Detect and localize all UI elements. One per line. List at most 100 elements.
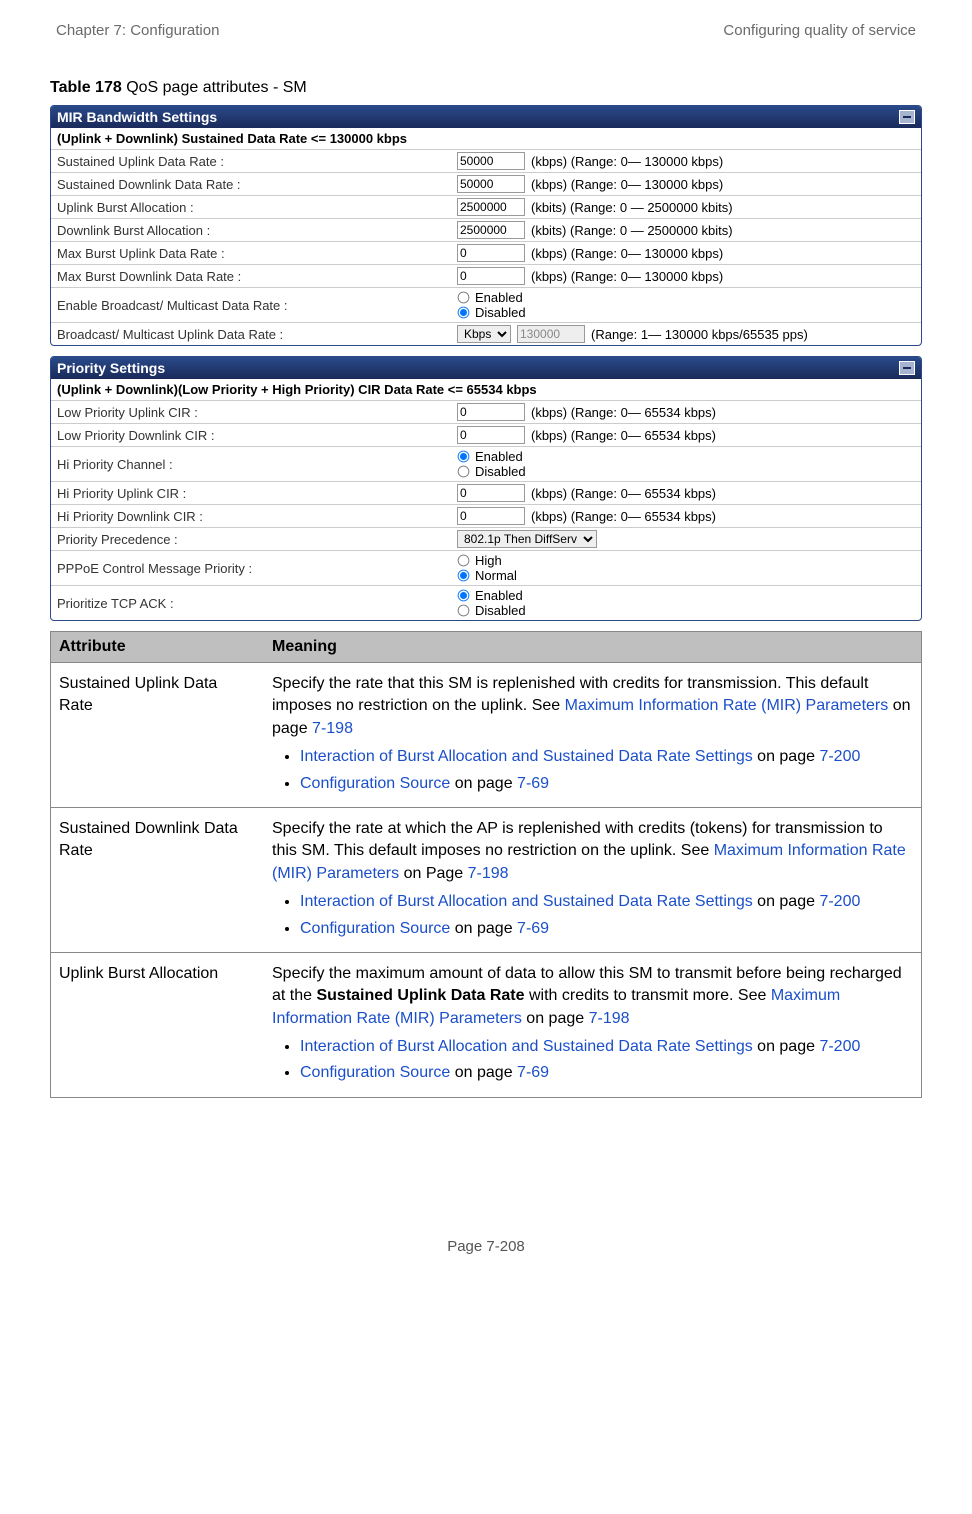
priority-precedence-select[interactable]: 802.1p Then DiffServ (457, 530, 597, 548)
page-ref-link[interactable]: 7-200 (819, 748, 860, 765)
section-label: Configuring quality of service (723, 22, 916, 39)
page-ref-link[interactable]: 7-69 (517, 775, 549, 792)
page-ref-link[interactable]: 7-200 (819, 1038, 860, 1055)
form-row: Low Priority Uplink CIR : (kbps) (Range:… (51, 400, 921, 423)
attr-meaning: Specify the rate at which the AP is repl… (264, 807, 922, 952)
collapse-icon[interactable] (899, 110, 915, 124)
attr-meaning: Specify the rate that this SM is repleni… (264, 663, 922, 808)
list-item: Interaction of Burst Allocation and Sust… (300, 746, 911, 768)
form-row: Hi Priority Channel : Enabled Disabled (51, 446, 921, 481)
downlink-burst-input[interactable] (457, 221, 525, 239)
page-ref-link[interactable]: 7-200 (819, 893, 860, 910)
sustained-uplink-input[interactable] (457, 152, 525, 170)
bold-term: Sustained Uplink Data Rate (316, 987, 524, 1004)
field-label: Priority Precedence : (51, 532, 457, 547)
field-label: Uplink Burst Allocation : (51, 200, 457, 215)
radio-label: Disabled (475, 464, 526, 479)
attr-meaning: Specify the maximum amount of data to al… (264, 952, 922, 1097)
table-header-row: Attribute Meaning (51, 632, 922, 663)
hi-channel-disabled-radio[interactable]: Disabled (457, 464, 526, 479)
attribute-table: Attribute Meaning Sustained Uplink Data … (50, 631, 922, 1098)
chapter-label: Chapter 7: Configuration (56, 22, 219, 39)
field-label: Sustained Uplink Data Rate : (51, 154, 457, 169)
table-title: QoS page attributes - SM (122, 79, 307, 96)
broadcast-enabled-radio[interactable]: Enabled (457, 290, 526, 305)
low-pri-downlink-cir-input[interactable] (457, 426, 525, 444)
page-ref-link[interactable]: 7-198 (468, 865, 509, 882)
text: on Page (399, 865, 468, 882)
max-burst-downlink-input[interactable] (457, 267, 525, 285)
field-hint: (kbps) (Range: 0— 65534 kbps) (531, 405, 716, 420)
link-mir-parameters[interactable]: Maximum Information Rate (MIR) Parameter… (565, 697, 889, 714)
form-row: Low Priority Downlink CIR : (kbps) (Rang… (51, 423, 921, 446)
page-ref-link[interactable]: 7-198 (589, 1010, 630, 1027)
field-label: Max Burst Uplink Data Rate : (51, 246, 457, 261)
form-row: Hi Priority Downlink CIR : (kbps) (Range… (51, 504, 921, 527)
text: on page (753, 748, 820, 765)
form-row: Sustained Uplink Data Rate : (kbps) (Ran… (51, 149, 921, 172)
uplink-burst-input[interactable] (457, 198, 525, 216)
hi-channel-enabled-radio[interactable]: Enabled (457, 449, 526, 464)
panel-subheader: (Uplink + Downlink) Sustained Data Rate … (51, 128, 921, 149)
broadcast-rate-input[interactable] (517, 325, 585, 343)
field-hint: (kbps) (Range: 0— 130000 kbps) (531, 246, 723, 261)
form-row: Priority Precedence : 802.1p Then DiffSe… (51, 527, 921, 550)
field-label: Hi Priority Uplink CIR : (51, 486, 457, 501)
max-burst-uplink-input[interactable] (457, 244, 525, 262)
page-ref-link[interactable]: 7-69 (517, 920, 549, 937)
radio-label: Enabled (475, 449, 523, 464)
field-hint: (kbits) (Range: 0 — 2500000 kbits) (531, 200, 733, 215)
page-ref-link[interactable]: 7-198 (312, 720, 353, 737)
hi-pri-downlink-cir-input[interactable] (457, 507, 525, 525)
field-label: Hi Priority Channel : (51, 457, 457, 472)
field-hint: (kbps) (Range: 0— 65534 kbps) (531, 428, 716, 443)
broadcast-disabled-radio[interactable]: Disabled (457, 305, 526, 320)
page-number: Page 7-208 (50, 1098, 922, 1255)
link-burst-interaction[interactable]: Interaction of Burst Allocation and Sust… (300, 748, 753, 765)
radio-label: Disabled (475, 603, 526, 618)
text: on page (450, 1064, 517, 1081)
field-hint: (kbits) (Range: 0 — 2500000 kbits) (531, 223, 733, 238)
field-hint: (kbps) (Range: 0— 130000 kbps) (531, 177, 723, 192)
th-meaning: Meaning (264, 632, 922, 663)
form-row: Hi Priority Uplink CIR : (kbps) (Range: … (51, 481, 921, 504)
form-row: Max Burst Downlink Data Rate : (kbps) (R… (51, 264, 921, 287)
link-burst-interaction[interactable]: Interaction of Burst Allocation and Sust… (300, 1038, 753, 1055)
list-item: Configuration Source on page 7-69 (300, 1062, 911, 1084)
broadcast-unit-select[interactable]: Kbps (457, 325, 511, 343)
list-item: Configuration Source on page 7-69 (300, 773, 911, 795)
field-label: Sustained Downlink Data Rate : (51, 177, 457, 192)
form-row: Broadcast/ Multicast Uplink Data Rate : … (51, 322, 921, 345)
pppoe-high-radio[interactable]: High (457, 553, 517, 568)
text: on page (753, 1038, 820, 1055)
form-row: Enable Broadcast/ Multicast Data Rate : … (51, 287, 921, 322)
collapse-icon[interactable] (899, 361, 915, 375)
text: on page (753, 893, 820, 910)
page-header: Chapter 7: Configuration Configuring qua… (50, 18, 922, 79)
link-config-source[interactable]: Configuration Source (300, 1064, 450, 1081)
low-pri-uplink-cir-input[interactable] (457, 403, 525, 421)
field-label: Broadcast/ Multicast Uplink Data Rate : (51, 327, 457, 342)
link-config-source[interactable]: Configuration Source (300, 775, 450, 792)
table-row: Sustained Uplink Data Rate Specify the r… (51, 663, 922, 808)
attr-name: Sustained Uplink Data Rate (51, 663, 265, 808)
table-number: Table 178 (50, 79, 122, 96)
radio-label: Normal (475, 568, 517, 583)
table-row: Uplink Burst Allocation Specify the maxi… (51, 952, 922, 1097)
field-label: Enable Broadcast/ Multicast Data Rate : (51, 298, 457, 313)
sustained-downlink-input[interactable] (457, 175, 525, 193)
hi-pri-uplink-cir-input[interactable] (457, 484, 525, 502)
page-ref-link[interactable]: 7-69 (517, 1064, 549, 1081)
form-row: Downlink Burst Allocation : (kbits) (Ran… (51, 218, 921, 241)
field-label: Low Priority Uplink CIR : (51, 405, 457, 420)
link-config-source[interactable]: Configuration Source (300, 920, 450, 937)
text: on page (450, 920, 517, 937)
list-item: Configuration Source on page 7-69 (300, 918, 911, 940)
link-burst-interaction[interactable]: Interaction of Burst Allocation and Sust… (300, 893, 753, 910)
field-hint: (kbps) (Range: 0— 130000 kbps) (531, 154, 723, 169)
field-label: Hi Priority Downlink CIR : (51, 509, 457, 524)
tcp-ack-enabled-radio[interactable]: Enabled (457, 588, 526, 603)
attr-name: Uplink Burst Allocation (51, 952, 265, 1097)
tcp-ack-disabled-radio[interactable]: Disabled (457, 603, 526, 618)
pppoe-normal-radio[interactable]: Normal (457, 568, 517, 583)
